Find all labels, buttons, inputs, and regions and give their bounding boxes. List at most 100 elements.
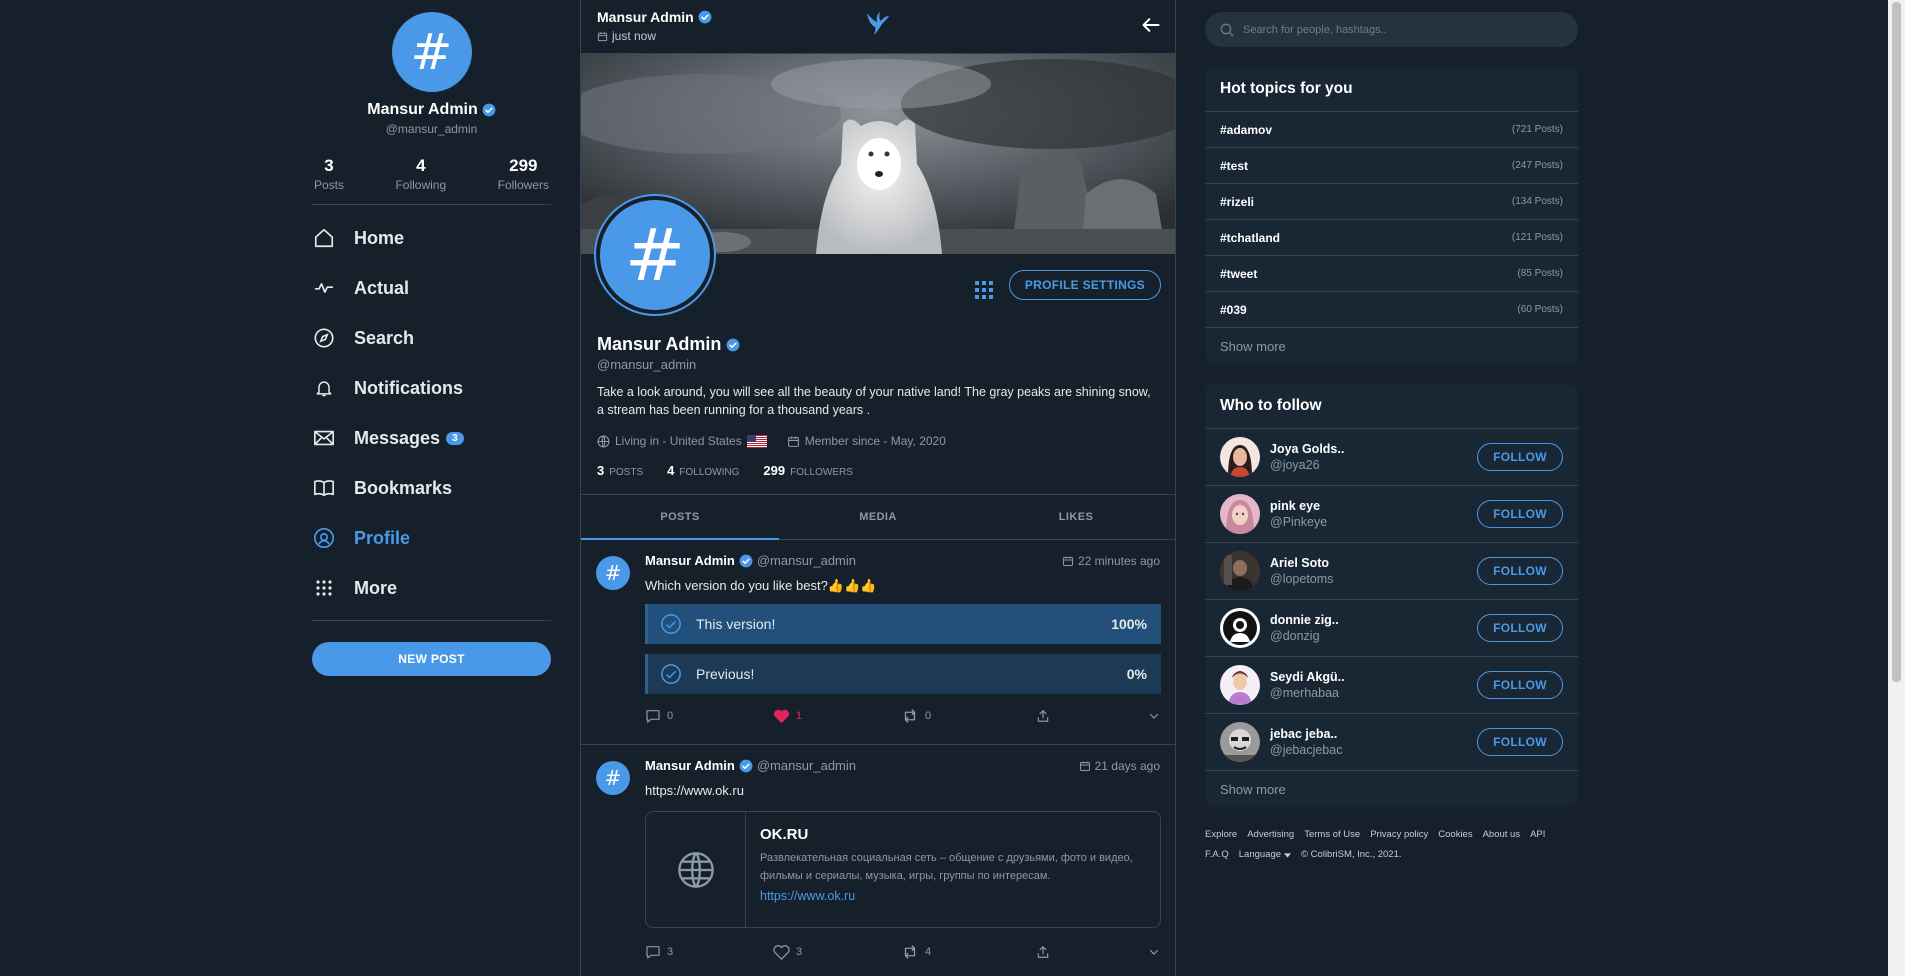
card-url[interactable]: https://www.ok.ru — [760, 889, 1140, 903]
tab-media[interactable]: MEDIA — [779, 495, 977, 539]
follow-name[interactable]: jebac jeba.. — [1270, 727, 1477, 741]
sidebar-profile-name[interactable]: Mansur Admin — [312, 101, 551, 119]
footer-link-faq[interactable]: F.A.Q — [1205, 845, 1229, 865]
nav-item-bookmarks[interactable]: Bookmarks — [312, 463, 551, 513]
message-count-badge: 3 — [446, 431, 464, 445]
footer-link-cookies[interactable]: Cookies — [1438, 825, 1472, 845]
link-preview-card[interactable]: OK.RU Развлекательная социальная сеть – … — [645, 811, 1161, 928]
nav-item-actual[interactable]: Actual — [312, 263, 551, 313]
footer-link-about[interactable]: About us — [1483, 825, 1521, 845]
count-followers[interactable]: 299 FOLLOWERS — [763, 463, 853, 478]
nav-item-messages[interactable]: Messages 3 — [312, 413, 551, 463]
post-avatar[interactable]: # — [596, 556, 630, 590]
back-arrow-icon[interactable] — [1141, 15, 1161, 35]
count-following[interactable]: 4 FOLLOWING — [667, 463, 739, 478]
nav-item-search[interactable]: Search — [312, 313, 551, 363]
bird-logo-icon[interactable] — [864, 11, 890, 39]
chevron-down-icon[interactable] — [1148, 710, 1160, 722]
follow-button[interactable]: FOLLOW — [1477, 728, 1563, 756]
nav-item-home[interactable]: Home — [312, 213, 551, 263]
nav-item-notifications[interactable]: Notifications — [312, 363, 551, 413]
tab-posts[interactable]: POSTS — [581, 495, 779, 540]
follow-button[interactable]: FOLLOW — [1477, 557, 1563, 585]
profile-settings-button[interactable]: PROFILE SETTINGS — [1008, 270, 1161, 300]
post-author[interactable]: Mansur Admin — [645, 553, 735, 568]
show-more-topics-link[interactable]: Show more — [1205, 328, 1578, 364]
poll-option[interactable]: Previous! 0% — [645, 654, 1161, 694]
new-post-button[interactable]: NEW POST — [312, 642, 551, 676]
follow-button[interactable]: FOLLOW — [1477, 614, 1563, 642]
profile-bio: Take a look around, you will see all the… — [597, 385, 1151, 417]
tab-likes[interactable]: LIKES — [977, 495, 1175, 539]
poll-option[interactable]: This version! 100% — [645, 604, 1161, 644]
post-item[interactable]: # Mansur Admin @mansur_admin 21 days ago… — [581, 745, 1175, 976]
count-value: 4 — [667, 463, 675, 478]
topic-item[interactable]: #tchatland (121 Posts) — [1205, 220, 1578, 256]
footer-link-explore[interactable]: Explore — [1205, 825, 1237, 845]
page-scrollbar[interactable] — [1888, 0, 1905, 976]
topic-count: (60 Posts) — [1517, 304, 1563, 315]
show-more-follow-link[interactable]: Show more — [1205, 771, 1578, 807]
avatar[interactable] — [1220, 608, 1260, 648]
stat-posts[interactable]: 3 Posts — [314, 156, 344, 192]
footer-link-terms[interactable]: Terms of Use — [1304, 825, 1360, 845]
post-link[interactable]: https://www.ok.ru — [645, 783, 744, 798]
follow-button[interactable]: FOLLOW — [1477, 671, 1563, 699]
post-author[interactable]: Mansur Admin — [645, 758, 735, 773]
follow-name[interactable]: Ariel Soto — [1270, 556, 1477, 570]
topic-tag: #test — [1220, 158, 1249, 173]
post-item[interactable]: # Mansur Admin @mansur_admin 22 minutes … — [581, 540, 1175, 745]
topic-item[interactable]: #rizeli (134 Posts) — [1205, 184, 1578, 220]
avatar[interactable] — [1220, 722, 1260, 762]
profile-avatar[interactable]: # — [596, 196, 714, 314]
grid-view-icon[interactable] — [975, 281, 993, 299]
nav-item-profile[interactable]: Profile — [312, 513, 551, 563]
stat-value: 3 — [324, 156, 334, 175]
topic-item[interactable]: #test (247 Posts) — [1205, 148, 1578, 184]
avatar[interactable] — [1220, 437, 1260, 477]
language-dropdown[interactable]: Language — [1239, 845, 1292, 865]
stat-followers[interactable]: 299 Followers — [498, 156, 549, 192]
topic-count: (721 Posts) — [1511, 124, 1563, 135]
topbar-user[interactable]: Mansur Admin — [597, 9, 712, 25]
post-avatar[interactable]: # — [596, 761, 630, 795]
like-action[interactable]: 3 — [773, 944, 901, 960]
comment-action[interactable]: 0 — [645, 708, 773, 724]
share-icon[interactable] — [1036, 945, 1050, 959]
nav-label: More — [354, 577, 398, 598]
scrollbar-thumb[interactable] — [1892, 2, 1901, 682]
topic-item[interactable]: #adamov (721 Posts) — [1205, 112, 1578, 148]
topic-item[interactable]: #039 (60 Posts) — [1205, 292, 1578, 328]
follow-button[interactable]: FOLLOW — [1477, 500, 1563, 528]
footer-row-2: F.A.Q Language © ColibriSM, Inc., 2021. — [1205, 845, 1578, 865]
repost-action[interactable]: 4 — [901, 944, 1036, 960]
avatar[interactable] — [1220, 494, 1260, 534]
search-input[interactable] — [1243, 23, 1564, 36]
post-actions: 3 3 4 — [645, 944, 1160, 960]
topic-item[interactable]: #tweet (85 Posts) — [1205, 256, 1578, 292]
follow-name[interactable]: pink eye — [1270, 499, 1477, 513]
nav-item-more[interactable]: More — [312, 563, 551, 613]
post-handle: @mansur_admin — [756, 553, 856, 568]
search-box[interactable] — [1205, 12, 1578, 47]
avatar[interactable]: # — [391, 12, 472, 92]
post-header: Mansur Admin @mansur_admin 21 days ago — [645, 758, 1160, 773]
repost-action[interactable]: 0 — [901, 708, 1036, 724]
profile-member-since: Member since - May, 2020 — [787, 434, 946, 448]
footer-link-api[interactable]: API — [1530, 825, 1545, 845]
follow-name[interactable]: donnie zig.. — [1270, 613, 1477, 627]
like-action[interactable]: 1 — [773, 708, 901, 724]
stat-following[interactable]: 4 Following — [395, 156, 446, 192]
follow-name[interactable]: Seydi Akgü.. — [1270, 670, 1477, 684]
follow-button[interactable]: FOLLOW — [1477, 443, 1563, 471]
avatar[interactable] — [1220, 551, 1260, 591]
share-icon[interactable] — [1036, 709, 1050, 723]
avatar[interactable] — [1220, 665, 1260, 705]
comment-action[interactable]: 3 — [645, 944, 773, 960]
count-posts[interactable]: 3 POSTS — [597, 463, 643, 478]
footer-link-advertising[interactable]: Advertising — [1247, 825, 1294, 845]
follow-name[interactable]: Joya Golds.. — [1270, 442, 1477, 456]
footer-link-privacy[interactable]: Privacy policy — [1370, 825, 1428, 845]
chevron-down-icon[interactable] — [1148, 946, 1160, 958]
follow-info: Seydi Akgü.. @merhabaa — [1270, 670, 1477, 700]
